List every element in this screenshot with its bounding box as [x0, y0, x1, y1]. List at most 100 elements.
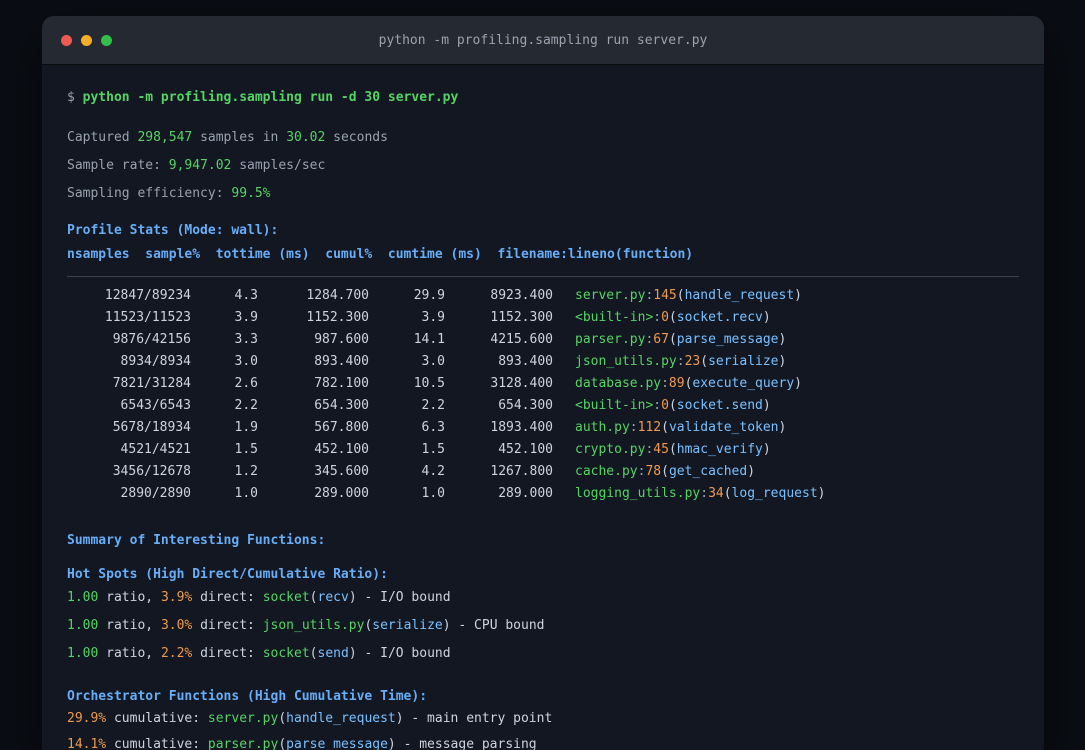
profile-table-row: 11523/11523 3.9 1152.300 3.9 1152.300 <built-… — [67, 307, 1019, 329]
line-number: 0 — [661, 310, 669, 325]
window-title: python -m profiling.sampling run server.… — [378, 32, 708, 48]
sample-pct-cell: 1.2 — [234, 464, 258, 479]
function-name: handle_request — [684, 288, 795, 303]
function-ref-cell: parser.py:67(parse_message) — [575, 332, 787, 347]
tottime-cell: 1284.700 — [306, 288, 369, 303]
filename: logging_utils.py — [575, 486, 701, 501]
capture-stats: Captured 298,547 samples in 30.02 second… — [67, 124, 1019, 208]
function-name: recv — [317, 590, 349, 605]
function-name: send — [317, 646, 349, 661]
tottime-cell: 345.600 — [314, 464, 369, 479]
cumtime-cell: 289.000 — [498, 486, 553, 501]
function-name: validate_token — [668, 420, 779, 435]
cumul-pct-cell: 3.0 — [421, 354, 445, 369]
ratio-value: 1.00 — [67, 618, 99, 633]
hot-spots-list: 1.00 ratio, 3.9% direct: socket(recv) - … — [67, 584, 1019, 668]
function-ref: json_utils.py(serialize) — [262, 618, 451, 633]
bound-note: - I/O bound — [364, 646, 451, 661]
cumul-pct-cell: 3.9 — [421, 310, 445, 325]
filename: auth.py — [575, 420, 630, 435]
profile-table-row: 9876/42156 3.3 987.600 14.1 4215.600 parser.p… — [67, 329, 1019, 351]
cumul-pct-cell: 10.5 — [413, 376, 445, 391]
nsamples-cell: 6543/6543 — [120, 398, 191, 413]
profile-stats-title: Profile Stats (Mode: wall): — [67, 223, 279, 238]
function-name: log_request — [731, 486, 818, 501]
hot-spots-title: Hot Spots (High Direct/Cumulative Ratio)… — [67, 567, 388, 582]
line-number: 23 — [684, 354, 701, 369]
tottime-cell: 987.600 — [314, 332, 369, 347]
function-name: parse_message — [286, 737, 388, 750]
sample-pct-cell: 3.9 — [234, 310, 258, 325]
terminal-output[interactable]: $ python -m profiling.sampling run -d 30… — [42, 65, 1044, 750]
sample-pct-cell: 1.5 — [234, 442, 258, 457]
nsamples-cell: 4521/4521 — [120, 442, 191, 457]
cumul-pct-cell: 14.1 — [413, 332, 445, 347]
cumul-pct-cell: 1.5 — [421, 442, 445, 457]
cumtime-cell: 893.400 — [498, 354, 553, 369]
cumtime-cell: 8923.400 — [490, 288, 553, 303]
sample-pct-cell: 2.6 — [234, 376, 258, 391]
cumtime-cell: 1152.300 — [490, 310, 553, 325]
captured-stats-line: Captured 298,547 samples in 30.02 second… — [67, 130, 388, 145]
orchestrator-row: 29.9% cumulative: server.py(handle_reque… — [67, 711, 553, 726]
line-number: 34 — [708, 486, 724, 501]
profile-table: 12847/89234 4.3 1284.700 29.9 8923.400 server… — [67, 285, 1019, 505]
hotspot-row: 1.00 ratio, 3.0% direct: json_utils.py(s… — [67, 618, 545, 633]
command-text: python -m profiling.sampling run -d 30 s… — [82, 90, 459, 105]
cumtime-cell: 654.300 — [498, 398, 553, 413]
line-number: 89 — [668, 376, 685, 391]
cumtime-cell: 452.100 — [498, 442, 553, 457]
cumtime-cell: 3128.400 — [490, 376, 553, 391]
cumtime-cell: 1267.800 — [490, 464, 553, 479]
orchestrator-list: 29.9% cumulative: server.py(handle_reque… — [67, 706, 1019, 750]
function-name: serialize — [708, 354, 779, 369]
direct-pct: 3.9% — [160, 590, 193, 605]
cumul-pct-cell: 6.3 — [421, 420, 445, 435]
module-name: parser.py — [207, 737, 279, 750]
direct-pct: 3.0% — [160, 618, 193, 633]
line-number: 0 — [661, 398, 669, 413]
nsamples-cell: 5678/18934 — [112, 420, 191, 435]
sample-rate-line: Sample rate: 9,947.02 samples/sec — [67, 158, 326, 173]
function-ref-cell: <built-in>:0(socket.send) — [575, 398, 771, 413]
function-name: socket.recv — [676, 310, 763, 325]
direct-pct: 2.2% — [160, 646, 193, 661]
sample-pct-cell: 1.9 — [234, 420, 258, 435]
sample-pct-cell: 4.3 — [234, 288, 258, 303]
tottime-cell: 893.400 — [314, 354, 369, 369]
function-ref: socket(recv) — [262, 590, 357, 605]
tottime-cell: 782.100 — [314, 376, 369, 391]
nsamples-cell: 9876/42156 — [112, 332, 191, 347]
function-ref: socket(send) — [262, 646, 357, 661]
function-name: parse_message — [676, 332, 779, 347]
sample-pct-cell: 1.0 — [234, 486, 258, 501]
function-name: serialize — [372, 618, 443, 633]
line-number: 145 — [653, 288, 677, 303]
profile-table-row: 12847/89234 4.3 1284.700 29.9 8923.400 server… — [67, 285, 1019, 307]
window-titlebar[interactable]: python -m profiling.sampling run server.… — [42, 16, 1044, 65]
function-ref-cell: crypto.py:45(hmac_verify) — [575, 442, 771, 457]
function-ref-cell: auth.py:112(validate_token) — [575, 420, 787, 435]
function-name: hmac_verify — [676, 442, 763, 457]
capture-duration: 30.02 — [286, 130, 326, 145]
filename: json_utils.py — [575, 354, 677, 369]
function-ref-cell: cache.py:78(get_cached) — [575, 464, 756, 479]
sample-pct-cell: 2.2 — [234, 398, 258, 413]
profile-table-row: 2890/2890 1.0 289.000 1.0 289.000 logging_uti… — [67, 483, 1019, 505]
efficiency-value: 99.5% — [231, 186, 271, 201]
bound-note: - I/O bound — [364, 590, 451, 605]
ratio-value: 1.00 — [67, 646, 99, 661]
nsamples-cell: 7821/31284 — [112, 376, 191, 391]
function-ref: parser.py(parse_message) — [207, 737, 396, 750]
nsamples-cell: 12847/89234 — [104, 288, 191, 303]
module-name: server.py — [207, 711, 279, 726]
terminal-window: python -m profiling.sampling run server.… — [42, 16, 1044, 750]
cumul-pct-cell: 1.0 — [421, 486, 445, 501]
sample-pct-cell: 3.0 — [234, 354, 258, 369]
orchestrator-row: 14.1% cumulative: parser.py(parse_messag… — [67, 737, 537, 750]
samples-count: 298,547 — [137, 130, 193, 145]
cumul-pct-cell: 29.9 — [413, 288, 445, 303]
orchestrator-title: Orchestrator Functions (High Cumulative … — [67, 689, 428, 704]
cumulative-pct: 14.1% — [67, 737, 107, 750]
nsamples-cell: 11523/11523 — [104, 310, 191, 325]
